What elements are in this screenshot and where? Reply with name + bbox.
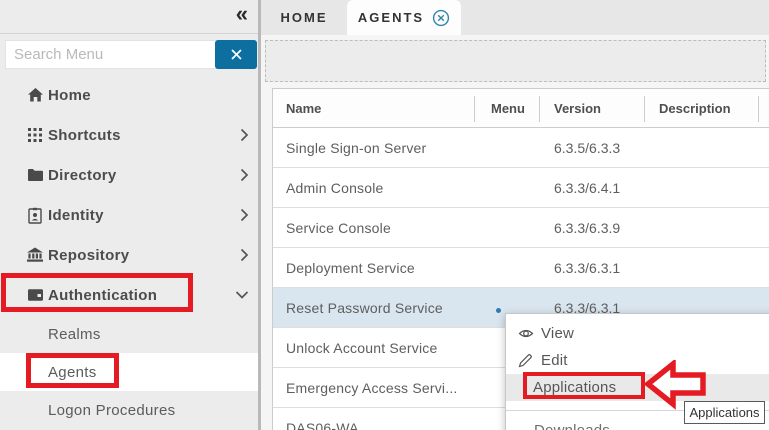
agent-name: Reset Password Service — [286, 300, 443, 316]
agent-name: Unlock Account Service — [286, 340, 437, 356]
sidebar-item-shortcuts[interactable]: Shortcuts — [0, 115, 258, 155]
menu-item-applications[interactable]: Applications — [506, 374, 769, 401]
menu-item-label: Applications — [533, 379, 616, 396]
search-input[interactable] — [5, 40, 217, 69]
column-separator — [539, 96, 540, 122]
sidebar-item-label: Shortcuts — [48, 127, 121, 144]
sidebar-item-agents[interactable]: Agents — [0, 353, 258, 391]
sidebar-item-identity[interactable]: Identity — [0, 195, 258, 235]
sidebar-item-repository[interactable]: Repository — [0, 235, 258, 275]
agent-name: Emergency Access Servi... — [286, 380, 458, 396]
column-header-name[interactable]: Name — [286, 101, 321, 116]
agent-name: Admin Console — [286, 180, 384, 196]
collapse-sidebar-icon[interactable]: « — [236, 1, 248, 27]
column-header-description[interactable]: Description — [659, 101, 731, 116]
sidebar-item-label: Logon Procedures — [48, 402, 175, 419]
column-header-menu[interactable]: Menu — [491, 101, 525, 116]
tab-home[interactable]: HOME — [261, 0, 347, 35]
agent-version: 6.3.3/6.4.1 — [554, 180, 620, 196]
menu-item-label: Downloads — [534, 422, 610, 430]
column-header-version[interactable]: Version — [554, 101, 601, 116]
column-separator — [474, 96, 475, 122]
chevron-right-icon — [240, 248, 249, 262]
agent-name: Service Console — [286, 220, 391, 236]
tab-agents[interactable]: AGENTS — [347, 0, 461, 35]
sidebar-item-label: Agents — [48, 364, 97, 381]
sidebar-item-logon-procedures[interactable]: Logon Procedures — [0, 391, 258, 429]
tooltip-text: Applications — [689, 405, 759, 420]
table-row[interactable]: Service Console 6.3.3/6.3.9 — [273, 208, 769, 248]
chevron-down-icon — [235, 291, 249, 300]
menu-item-label: View — [541, 325, 574, 342]
column-separator — [758, 96, 759, 122]
chevron-right-icon — [240, 208, 249, 222]
chevron-right-icon — [240, 168, 249, 182]
agent-version: 6.3.3/6.3.1 — [554, 260, 620, 276]
bank-icon — [26, 246, 44, 264]
toolbar-placeholder — [265, 40, 766, 82]
pencil-icon — [518, 353, 534, 369]
home-icon — [26, 86, 44, 104]
eye-icon — [518, 326, 534, 342]
id-card-icon — [26, 206, 44, 224]
menu-item-label: Edit — [541, 352, 568, 369]
close-tab-icon[interactable] — [432, 9, 450, 27]
sidebar-item-label: Home — [48, 87, 91, 104]
row-menu-icon[interactable] — [496, 308, 501, 313]
table-header: Name Menu Version Description — [273, 89, 769, 128]
agent-name: DAS06-WA — [286, 420, 359, 430]
agent-version: 6.3.5/6.3.3 — [554, 140, 620, 156]
sidebar-item-home[interactable]: Home — [0, 75, 258, 115]
grid-icon — [26, 126, 44, 144]
sidebar-top-divider — [0, 33, 258, 34]
search-clear-button[interactable] — [215, 40, 257, 69]
menu-item-view[interactable]: View — [506, 320, 769, 347]
sidebar-item-label: Directory — [48, 167, 117, 184]
sidebar-item-label: Realms — [48, 326, 101, 343]
table-row[interactable]: Admin Console 6.3.3/6.4.1 — [273, 168, 769, 208]
sidebar-item-label: Authentication — [48, 287, 157, 304]
tab-label: HOME — [281, 10, 328, 25]
wallet-icon — [26, 286, 44, 304]
agent-name: Single Sign-on Server — [286, 140, 426, 156]
menu-item-edit[interactable]: Edit — [506, 347, 769, 374]
tab-bar: HOME AGENTS — [261, 0, 769, 35]
sidebar-item-directory[interactable]: Directory — [0, 155, 258, 195]
sidebar-item-label: Repository — [48, 247, 129, 264]
agent-version: 6.3.3/6.3.9 — [554, 220, 620, 236]
tab-label: AGENTS — [358, 10, 424, 25]
agent-name: Deployment Service — [286, 260, 415, 276]
chevron-right-icon — [240, 128, 249, 142]
applications-tooltip: Applications — [684, 401, 765, 424]
column-separator — [644, 96, 645, 122]
sidebar-item-authentication[interactable]: Authentication — [0, 275, 258, 315]
sidebar-item-label: Identity — [48, 207, 104, 224]
table-row[interactable]: Deployment Service 6.3.3/6.3.1 — [273, 248, 769, 288]
folder-icon — [26, 166, 44, 184]
close-icon — [230, 48, 243, 61]
sidebar-item-realms[interactable]: Realms — [0, 315, 258, 353]
sidebar: « Home Shortcuts — [0, 0, 258, 430]
table-row[interactable]: Single Sign-on Server 6.3.5/6.3.3 — [273, 128, 769, 168]
